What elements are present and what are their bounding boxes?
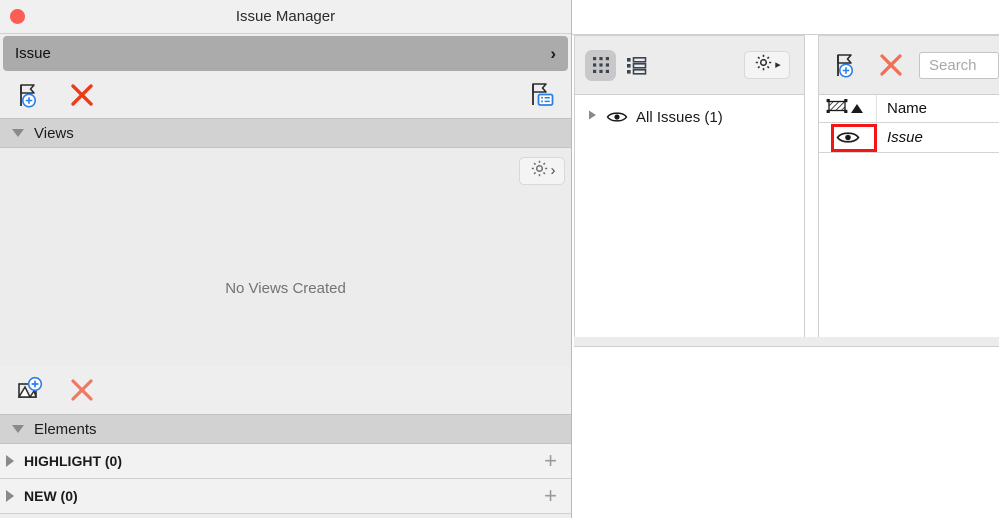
tree-settings-button[interactable]: ▸ — [744, 51, 790, 79]
eye-icon[interactable] — [836, 130, 860, 145]
views-body: › No Views Created — [0, 148, 571, 366]
collapsed-triangle-icon[interactable] — [585, 108, 599, 127]
breadcrumb-issue[interactable]: Issue › — [3, 36, 568, 71]
tree-toolbar: ▸ — [575, 36, 804, 95]
gear-icon — [753, 52, 774, 78]
table-header-row: Name — [819, 95, 999, 123]
breadcrumb-container: Issue › — [0, 34, 571, 71]
tree-body: All Issues (1) — [575, 103, 804, 353]
tree-item-label: All Issues (1) — [636, 109, 723, 126]
list-item-label: NEW (0) — [24, 488, 544, 504]
add-new-button[interactable]: + — [544, 485, 557, 507]
elements-section-title: Elements — [34, 421, 97, 438]
eye-icon[interactable] — [606, 110, 628, 124]
list-view-icon[interactable] — [621, 50, 652, 81]
hatched-marker-icon — [826, 97, 848, 120]
delete-view-x-icon[interactable] — [68, 376, 96, 404]
elements-row-highlight[interactable]: HIGHLIGHT (0) + — [0, 444, 571, 479]
panel-bottom-strip — [574, 337, 999, 347]
search-input[interactable]: Search — [919, 52, 999, 79]
chevron-right-icon: › — [550, 45, 556, 62]
views-empty-message: No Views Created — [0, 280, 571, 297]
elements-row-new[interactable]: NEW (0) + — [0, 479, 571, 514]
views-settings-button[interactable]: › — [519, 157, 565, 185]
list-item-label: HIGHLIGHT (0) — [24, 453, 544, 469]
table-toolbar: Search — [819, 36, 999, 95]
table-row[interactable]: Issue — [819, 123, 999, 153]
right-top-strip — [572, 0, 999, 35]
add-flag-icon[interactable] — [831, 50, 861, 80]
window-titlebar: Issue Manager — [0, 0, 571, 34]
table-cell-name: Issue — [877, 129, 923, 146]
issue-manager-window: Issue Manager Issue › — [0, 0, 572, 518]
chevron-right-icon: › — [551, 163, 556, 178]
screen-root: Issue Manager Issue › — [0, 0, 999, 518]
tree-item-all-issues[interactable]: All Issues (1) — [575, 103, 804, 131]
table-header-name[interactable]: Name — [877, 100, 927, 117]
sort-ascending-icon[interactable] — [851, 104, 863, 113]
views-toolbar — [0, 366, 571, 414]
flag-list-icon[interactable] — [527, 80, 557, 110]
delete-x-icon[interactable] — [68, 81, 96, 109]
triangle-right-icon[interactable] — [6, 490, 14, 502]
views-section-header[interactable]: Views — [0, 118, 571, 148]
triangle-right-icon: ▸ — [775, 60, 781, 71]
grid-view-icon[interactable] — [585, 50, 616, 81]
close-window-button[interactable] — [10, 9, 25, 24]
table-header-marker-cell[interactable] — [819, 95, 877, 122]
issues-tree-panel: ▸ All Issues (1) — [574, 35, 805, 346]
issues-table-panel: Search — [818, 35, 999, 346]
triangle-right-icon[interactable] — [6, 455, 14, 467]
add-highlight-button[interactable]: + — [544, 450, 557, 472]
search-placeholder: Search — [929, 57, 977, 74]
views-section-title: Views — [34, 125, 74, 142]
right-area: ▸ All Issues (1) — [572, 0, 999, 518]
row-visibility-cell[interactable] — [819, 123, 877, 152]
add-flag-icon[interactable] — [14, 80, 44, 110]
issue-toolbar — [0, 71, 571, 118]
gear-icon — [529, 158, 550, 184]
triangle-down-icon — [12, 425, 24, 433]
triangle-down-icon — [12, 129, 24, 137]
add-view-icon[interactable] — [14, 375, 44, 405]
elements-section-header[interactable]: Elements — [0, 414, 571, 444]
breadcrumb-label: Issue — [15, 45, 550, 62]
delete-x-icon[interactable] — [877, 51, 905, 79]
window-title: Issue Manager — [0, 0, 571, 33]
